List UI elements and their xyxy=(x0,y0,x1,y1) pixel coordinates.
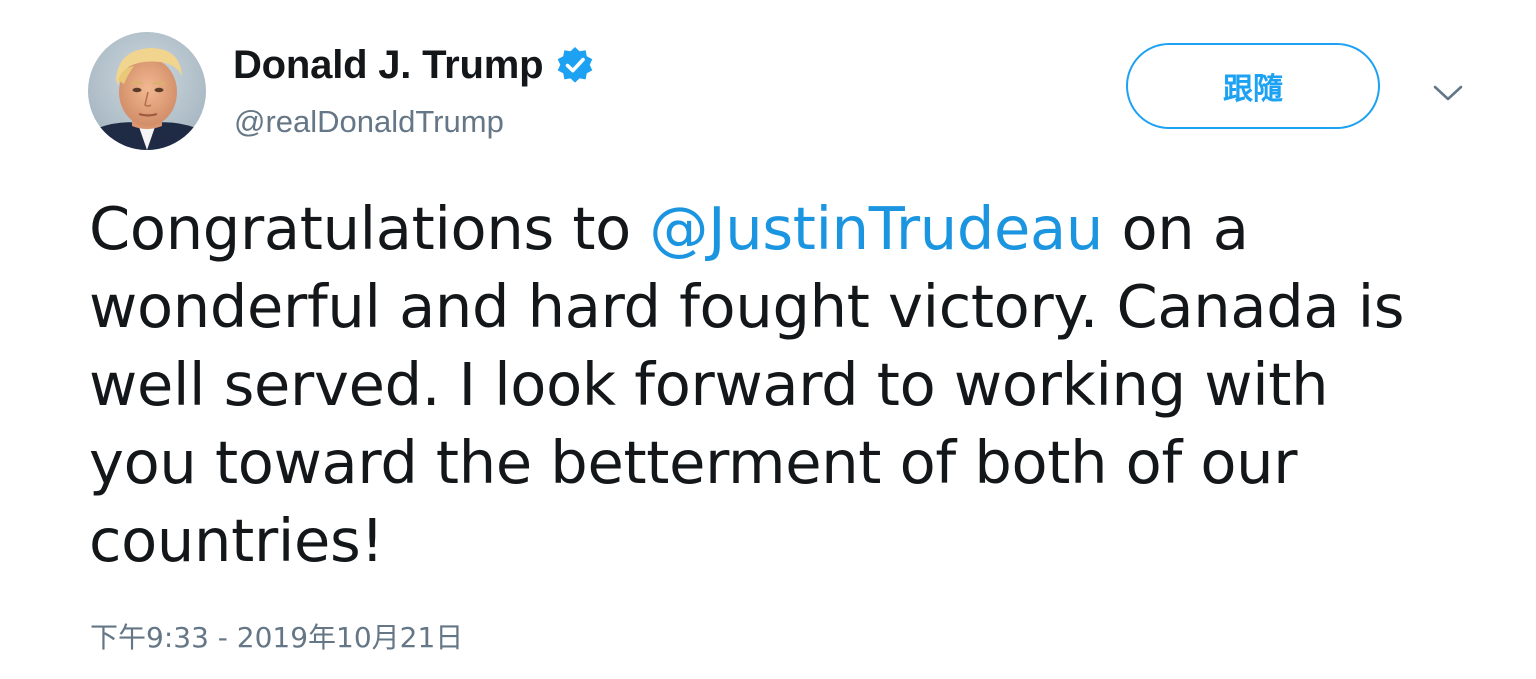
avatar[interactable] xyxy=(88,32,206,150)
mention-link[interactable]: @JustinTrudeau xyxy=(649,194,1103,263)
user-handle[interactable]: @realDonaldTrump xyxy=(234,104,504,140)
display-name[interactable]: Donald J. Trump xyxy=(233,43,544,88)
tweet-timestamp[interactable]: 下午9:33 - 2019年10月21日 xyxy=(90,616,463,656)
display-name-row[interactable]: Donald J. Trump xyxy=(233,40,595,90)
profile-photo-icon xyxy=(88,32,206,150)
tweet-text-segment: Congratulations to xyxy=(89,194,650,263)
follow-button-label: 跟隨 xyxy=(1223,72,1283,107)
tweet-line: countries! xyxy=(89,506,384,575)
follow-button[interactable]: 跟隨 xyxy=(1126,43,1380,129)
tweet: Donald J. Trump @realDonaldTrump 跟隨 Cong… xyxy=(0,0,1536,679)
tweet-text-segment: on a xyxy=(1103,194,1249,263)
tweet-line: wonderful and hard fought victory. Canad… xyxy=(89,272,1405,341)
tweet-line: Congratulations to @JustinTrudeau on a xyxy=(89,190,1509,268)
verified-badge-icon xyxy=(555,45,595,85)
tweet-text: Congratulations to @JustinTrudeau on a w… xyxy=(89,190,1509,580)
tweet-line: you toward the betterment of both of our xyxy=(89,428,1298,497)
chevron-down-icon[interactable] xyxy=(1432,82,1464,104)
tweet-line: well served. I look forward to working w… xyxy=(89,350,1329,419)
